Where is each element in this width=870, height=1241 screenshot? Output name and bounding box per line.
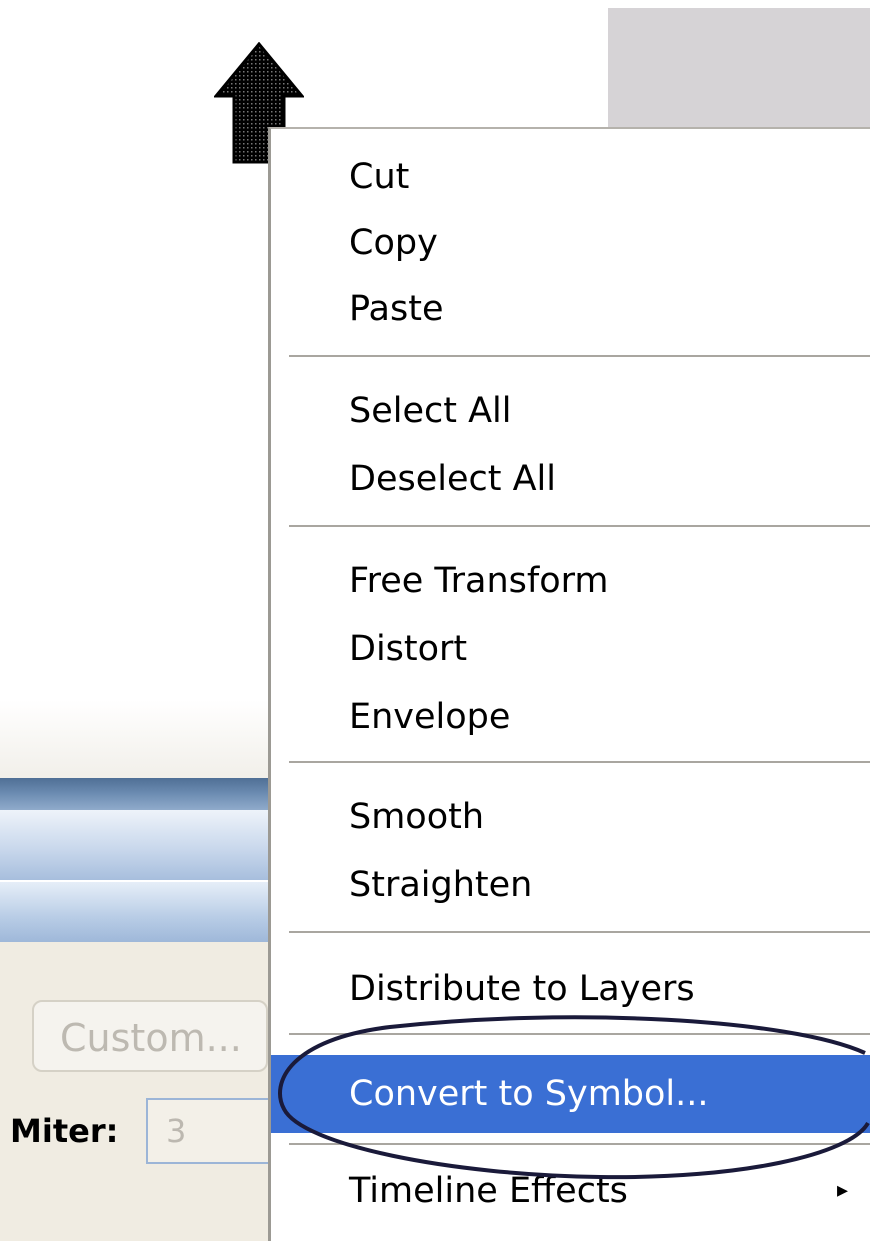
menu-item-select-all[interactable]: Select All bbox=[271, 379, 870, 443]
menu-item-smooth[interactable]: Smooth bbox=[271, 785, 870, 849]
menu-separator bbox=[289, 525, 870, 529]
menu-item-copy[interactable]: Copy bbox=[271, 211, 870, 275]
menu-separator bbox=[289, 355, 870, 359]
menu-separator bbox=[289, 931, 870, 935]
menu-item-cut[interactable]: Cut bbox=[271, 145, 870, 209]
menu-item-distort[interactable]: Distort bbox=[271, 617, 870, 681]
menu-item-free-transform[interactable]: Free Transform bbox=[271, 549, 870, 613]
menu-item-paste[interactable]: Paste bbox=[271, 277, 870, 341]
menu-item-deselect-all[interactable]: Deselect All bbox=[271, 447, 870, 511]
annotation-circle bbox=[278, 1015, 870, 1180]
stage-gray-area bbox=[608, 8, 870, 130]
menu-item-straighten[interactable]: Straighten bbox=[271, 853, 870, 917]
stage-bottom-fade bbox=[0, 700, 290, 780]
menu-separator bbox=[289, 761, 870, 765]
panel-header[interactable] bbox=[0, 810, 290, 880]
properties-panel: Custom... Miter: 3 bbox=[0, 942, 290, 1241]
panel-title-bar[interactable] bbox=[0, 778, 290, 810]
panel-header-secondary[interactable] bbox=[0, 880, 290, 944]
custom-stroke-button[interactable]: Custom... bbox=[32, 1000, 268, 1072]
menu-item-envelope[interactable]: Envelope bbox=[271, 685, 870, 749]
miter-label: Miter: bbox=[10, 1112, 119, 1150]
